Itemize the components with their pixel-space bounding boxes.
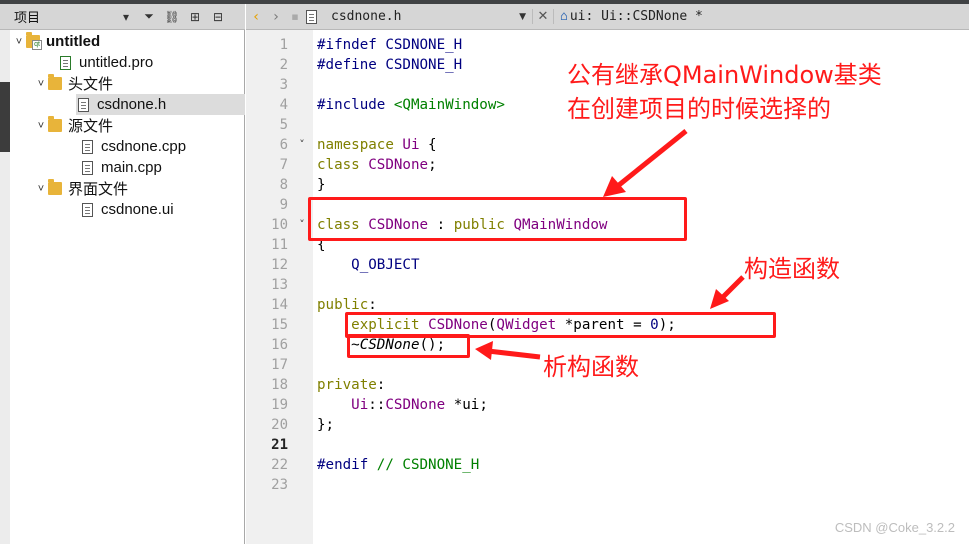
constructor-note: 构造函数 xyxy=(744,255,840,283)
forward-icon[interactable]: › xyxy=(266,9,286,25)
header-folder-icon xyxy=(48,74,62,90)
line-number: 9 xyxy=(279,197,288,213)
code-line: Q_OBJECT xyxy=(351,257,420,273)
fold-marker-icon[interactable]: ˅ xyxy=(295,135,309,155)
fold-marker-icon[interactable]: ˅ xyxy=(295,215,309,235)
chevron-down-icon[interactable]: ˅ xyxy=(34,120,48,132)
code-line: }; xyxy=(317,417,335,433)
project-tree: ˅ qt untitled untitled.pro ˅ 头文件 csdnone… xyxy=(10,30,245,544)
tree-item-label: main.cpp xyxy=(101,159,162,176)
line-number: 18 xyxy=(271,377,288,393)
back-icon[interactable]: ‹ xyxy=(246,9,266,25)
base-class-highlight-box xyxy=(308,197,687,241)
tree-item-label: csdnone.h xyxy=(97,96,167,113)
split-icon[interactable]: ⊞ xyxy=(187,10,203,24)
header-file-icon xyxy=(78,97,89,112)
dropdown-arrow-icon[interactable]: ▼ xyxy=(519,12,532,22)
tree-item-label: csdnone.cpp xyxy=(101,138,187,155)
line-number: 19 xyxy=(271,397,288,413)
tree-item-csdnone-h[interactable]: csdnone.h xyxy=(76,94,245,115)
line-number: 3 xyxy=(279,77,288,93)
qt-project-folder-icon: qt xyxy=(26,32,42,50)
lock-icon: ▪ xyxy=(291,10,299,23)
tree-item-csdnone-cpp[interactable]: csdnone.cpp xyxy=(80,136,186,157)
tree-item-main-cpp[interactable]: main.cpp xyxy=(80,157,162,178)
line-number: 10 xyxy=(271,217,288,233)
line-number: 6 xyxy=(279,137,288,153)
line-number: 11 xyxy=(271,237,288,253)
line-number: 7 xyxy=(279,157,288,173)
line-number: 12 xyxy=(271,257,288,273)
code-line: private: xyxy=(317,377,386,393)
line-number: 22 xyxy=(271,457,288,473)
source-folder-icon xyxy=(48,116,62,132)
open-documents-dropdown[interactable]: csdnone.h ▼ xyxy=(304,9,532,24)
symbol-dropdown[interactable]: ⌂ ui: Ui::CSDNone * xyxy=(560,9,703,24)
line-number: 13 xyxy=(271,277,288,293)
destructor-highlight-box xyxy=(347,334,470,358)
cpp-file-icon xyxy=(82,139,93,154)
editor-toolbar: ‹ › ▪ csdnone.h ▼ ✕ ⌂ ui: Ui::CSDNone * xyxy=(246,4,969,30)
code-line: #endif // CSDNONE_H xyxy=(317,457,480,473)
code-line: namespace Ui { xyxy=(317,137,437,153)
line-number: 15 xyxy=(271,317,288,333)
watermark: CSDN @Coke_3.2.2 xyxy=(834,520,955,535)
line-number: 14 xyxy=(271,297,288,313)
base-class-note-line2: 在创建项目的时候选择的 xyxy=(567,95,831,123)
line-number: 16 xyxy=(271,337,288,353)
symbol-label: ui: Ui::CSDNone * xyxy=(569,9,703,24)
tree-item-label: untitled.pro xyxy=(79,54,154,71)
forms-folder-icon xyxy=(48,179,62,195)
destructor-note: 析构函数 xyxy=(543,353,639,381)
code-line: #define CSDNONE_H xyxy=(317,57,463,73)
close-panel-icon[interactable]: ⊟ xyxy=(210,10,226,24)
tree-item-label: 源文件 xyxy=(68,118,114,135)
code-line: #ifndef CSDNONE_H xyxy=(317,37,463,53)
project-panel-header: 项目 ▾ ⏷ ⛓ ⊞ ⊟ xyxy=(0,4,245,30)
line-number: 17 xyxy=(271,357,288,373)
link-icon[interactable]: ⛓ xyxy=(164,10,180,24)
line-number: 8 xyxy=(279,177,288,193)
line-number: 1 xyxy=(279,37,288,53)
filter-icon[interactable]: ⏷ xyxy=(141,9,157,24)
pro-file-icon xyxy=(60,55,71,70)
tree-item-untitled[interactable]: ˅ qt untitled xyxy=(12,31,100,52)
tree-item-label: 界面文件 xyxy=(68,181,129,198)
chevron-down-icon[interactable]: ˅ xyxy=(34,183,48,195)
line-number: 4 xyxy=(279,97,288,113)
line-number: 20 xyxy=(271,417,288,433)
tree-item-csdnone-ui[interactable]: csdnone.ui xyxy=(80,199,174,220)
tree-item-headers[interactable]: ˅ 头文件 xyxy=(34,73,113,94)
code-line: } xyxy=(317,177,326,193)
chevron-down-icon[interactable]: ˅ xyxy=(12,36,26,48)
line-number: 5 xyxy=(279,117,288,133)
tree-item-untitled-pro[interactable]: untitled.pro xyxy=(58,52,153,73)
project-panel-toolbar: ▾ ⏷ ⛓ ⊞ ⊟ xyxy=(118,9,226,24)
line-number: 2 xyxy=(279,57,288,73)
tree-item-label: 头文件 xyxy=(68,76,114,93)
code-line: class CSDNone; xyxy=(317,157,437,173)
project-panel-title: 项目 xyxy=(14,11,41,26)
code-line: #include <QMainWindow> xyxy=(317,97,505,113)
tree-item-forms[interactable]: ˅ 界面文件 xyxy=(34,178,128,199)
cpp-file-icon xyxy=(82,160,93,175)
line-number: 23 xyxy=(271,477,288,493)
tree-item-label: untitled xyxy=(46,33,101,50)
line-number: 21 xyxy=(271,437,288,453)
class-member-icon: ⌂ xyxy=(560,9,568,24)
chevron-down-icon[interactable]: ▾ xyxy=(118,10,134,24)
code-line: Ui::CSDNone *ui; xyxy=(351,397,488,413)
header-file-icon xyxy=(306,9,317,24)
tree-item-label: csdnone.ui xyxy=(101,201,174,218)
chevron-down-icon[interactable]: ˅ xyxy=(34,78,48,90)
left-mode-bar xyxy=(0,30,10,544)
close-document-icon[interactable]: ✕ xyxy=(532,9,554,24)
tree-item-sources[interactable]: ˅ 源文件 xyxy=(34,115,113,136)
ui-file-icon xyxy=(82,202,93,217)
base-class-note-line1: 公有继承QMainWindow基类 xyxy=(567,61,882,89)
current-file-name: csdnone.h xyxy=(331,9,402,24)
